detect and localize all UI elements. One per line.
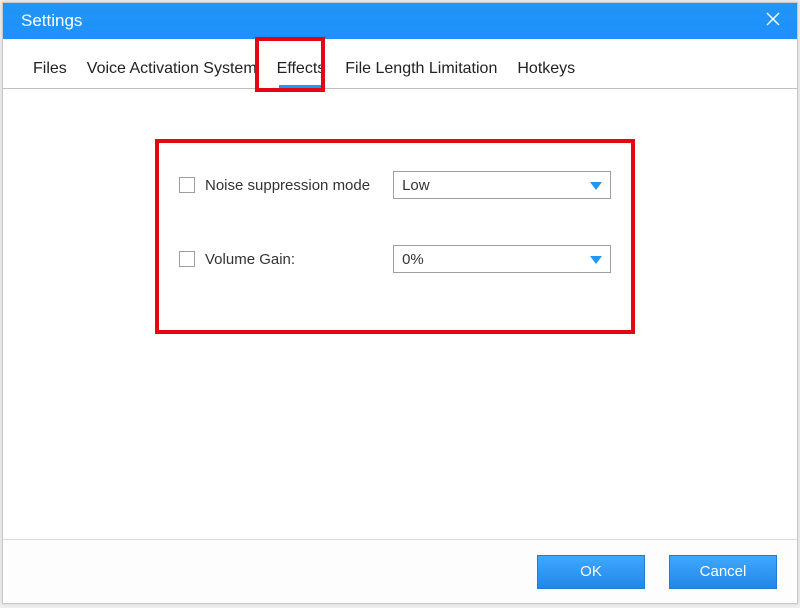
footer: OK Cancel xyxy=(3,539,797,603)
noise-suppression-row: Noise suppression mode Low xyxy=(179,171,611,199)
noise-suppression-select[interactable]: Low xyxy=(393,171,611,199)
ok-button[interactable]: OK xyxy=(537,555,645,589)
close-button[interactable] xyxy=(749,3,797,39)
cancel-button[interactable]: Cancel xyxy=(669,555,777,589)
volume-gain-label: Volume Gain: xyxy=(205,251,393,268)
tab-voice-activation-system[interactable]: Voice Activation System xyxy=(77,46,267,88)
noise-suppression-label: Noise suppression mode xyxy=(205,177,393,194)
tab-file-length-limitation[interactable]: File Length Limitation xyxy=(335,46,507,88)
tab-hotkeys[interactable]: Hotkeys xyxy=(507,46,585,88)
close-icon xyxy=(766,11,780,31)
settings-window: Settings Files Voice Activation System E… xyxy=(2,2,798,604)
noise-suppression-checkbox[interactable] xyxy=(179,177,195,193)
volume-gain-select[interactable]: 0% xyxy=(393,245,611,273)
window-title: Settings xyxy=(21,11,749,31)
tab-effects[interactable]: Effects xyxy=(267,46,336,88)
tabs: Files Voice Activation System Effects Fi… xyxy=(3,39,797,89)
volume-gain-row: Volume Gain: 0% xyxy=(179,245,611,273)
titlebar: Settings xyxy=(3,3,797,39)
noise-suppression-value: Low xyxy=(402,177,430,194)
annotation-panel-highlight: Noise suppression mode Low Volume Gain: … xyxy=(155,139,635,334)
tab-files[interactable]: Files xyxy=(23,46,77,88)
chevron-down-icon xyxy=(590,177,602,194)
content-area: Noise suppression mode Low Volume Gain: … xyxy=(3,89,797,539)
chevron-down-icon xyxy=(590,251,602,268)
volume-gain-checkbox[interactable] xyxy=(179,251,195,267)
volume-gain-value: 0% xyxy=(402,251,424,268)
